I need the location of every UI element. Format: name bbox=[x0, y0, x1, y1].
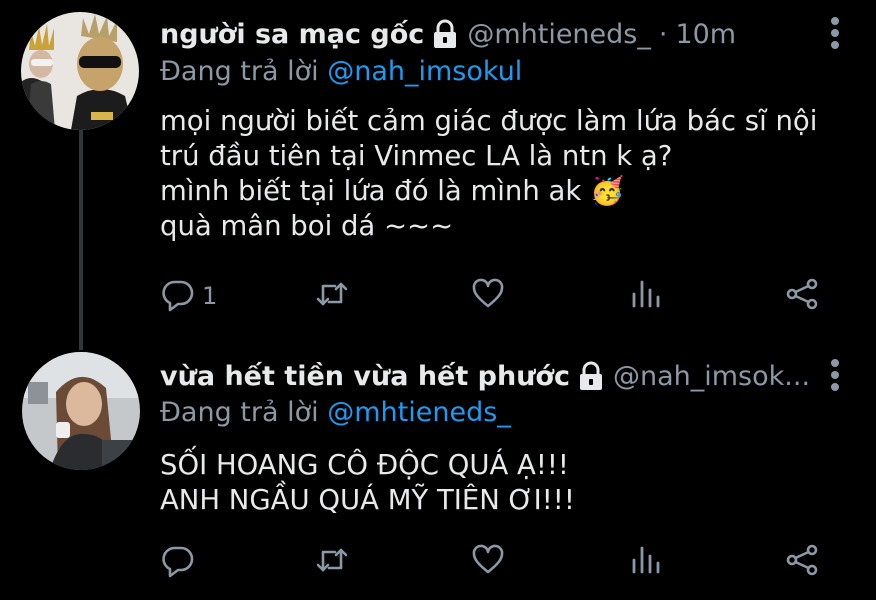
lock-icon bbox=[577, 361, 605, 391]
avatar[interactable] bbox=[22, 352, 140, 470]
tweet-text-line: SỐI HOANG CÔ ĐỘC QUÁ Ạ!!! bbox=[160, 449, 569, 481]
tweet-header: vừa hết tiền vừa hết phước @nah_imsok... bbox=[160, 354, 810, 398]
like-button[interactable] bbox=[470, 276, 506, 316]
display-name[interactable]: vừa hết tiền vừa hết phước bbox=[160, 361, 570, 392]
tweet-actions bbox=[158, 542, 828, 582]
reply-icon bbox=[160, 542, 196, 582]
tweet-actions: 1 bbox=[158, 276, 828, 316]
tweet-text-line: ANH NGẦU QUÁ MỸ TIÊN ƠI!!! bbox=[160, 484, 575, 516]
tweet[interactable]: vừa hết tiền vừa hết phước @nah_imsok...… bbox=[0, 338, 876, 600]
more-vertical-icon[interactable] bbox=[830, 16, 840, 50]
reply-button[interactable]: 1 bbox=[160, 276, 217, 316]
reply-count: 1 bbox=[202, 282, 218, 310]
more-vertical-icon[interactable] bbox=[830, 358, 840, 392]
tweet-text-line: mình biết tại lứa đó là mình ak 🥳 bbox=[160, 174, 850, 209]
analytics-button[interactable] bbox=[628, 542, 664, 582]
tweet-text: SỐI HOANG CÔ ĐỘC QUÁ Ạ!!! ANH NGẦU QUÁ M… bbox=[160, 448, 850, 518]
analytics-icon bbox=[628, 542, 664, 582]
analytics-button[interactable] bbox=[628, 276, 664, 316]
replying-to: Đang trả lời @nah_imsokul bbox=[160, 56, 522, 87]
tweet[interactable]: người sa mạc gốc @mhtieneds_ · 10m Đang … bbox=[0, 0, 876, 350]
analytics-icon bbox=[628, 276, 664, 316]
username[interactable]: @mhtieneds_ bbox=[467, 19, 651, 50]
tweet-text-line: quà mân boi dá ~~~ bbox=[160, 210, 454, 242]
tweet-text-line: trú đầu tiên tại Vinmec LA là ntn k ạ? bbox=[160, 140, 673, 172]
share-button[interactable] bbox=[784, 542, 820, 582]
avatar[interactable] bbox=[21, 12, 139, 130]
mention-link[interactable]: @mhtieneds_ bbox=[327, 397, 511, 428]
party-face-emoji: 🥳 bbox=[590, 175, 625, 207]
share-button[interactable] bbox=[784, 276, 820, 316]
timestamp[interactable]: 10m bbox=[675, 19, 736, 50]
like-button[interactable] bbox=[470, 542, 506, 582]
share-icon bbox=[784, 542, 820, 582]
replying-to: Đang trả lời @mhtieneds_ bbox=[160, 397, 511, 428]
retweet-icon bbox=[314, 276, 350, 316]
lock-icon bbox=[431, 19, 459, 49]
separator-dot: · bbox=[658, 18, 668, 50]
retweet-button[interactable] bbox=[314, 276, 350, 316]
heart-icon bbox=[470, 276, 506, 316]
share-icon bbox=[784, 276, 820, 316]
replying-to-label: Đang trả lời bbox=[160, 397, 328, 428]
retweet-button[interactable] bbox=[314, 542, 350, 582]
tweet-text: mọi người biết cảm giác được làm lứa bác… bbox=[160, 104, 850, 244]
display-name[interactable]: người sa mạc gốc bbox=[160, 19, 424, 50]
tweet-header: người sa mạc gốc @mhtieneds_ · 10m bbox=[160, 12, 736, 56]
retweet-icon bbox=[314, 542, 350, 582]
reply-button[interactable] bbox=[160, 542, 196, 582]
tweet-text-segment: mình biết tại lứa đó là mình ak bbox=[160, 175, 582, 207]
reply-icon bbox=[160, 276, 196, 316]
tweet-text-line: mọi người biết cảm giác được làm lứa bác… bbox=[160, 105, 818, 137]
username[interactable]: @nah_imsok... bbox=[613, 361, 810, 392]
thread-connector-line bbox=[79, 128, 83, 350]
heart-icon bbox=[470, 542, 506, 582]
mention-link[interactable]: @nah_imsokul bbox=[327, 56, 522, 87]
replying-to-label: Đang trả lời bbox=[160, 56, 328, 87]
